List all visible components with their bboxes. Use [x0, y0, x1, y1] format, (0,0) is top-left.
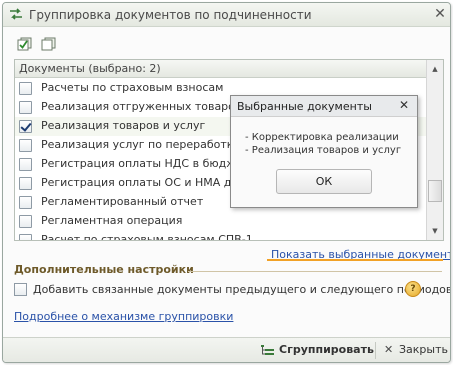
title-bar: Группировка документов по подчиненности … [3, 3, 450, 27]
link-highlight-underline [267, 259, 443, 261]
scroll-thumb[interactable] [428, 180, 442, 202]
row-checkbox[interactable] [19, 177, 32, 190]
row-checkbox[interactable] [19, 215, 32, 228]
row-label: Реализация отгруженных товаров [41, 100, 242, 113]
close-button[interactable]: Закрыть [399, 343, 448, 356]
list-row[interactable]: Регламентная операция [15, 212, 426, 231]
row-label: Реализация услуг по переработке [41, 138, 241, 151]
button-separator [375, 342, 376, 359]
popup-document-item: - Реализация товаров и услуг [245, 145, 402, 156]
list-row[interactable]: Расчет по страховым взносам СПВ-1 [15, 231, 426, 241]
row-label: Расчет по страховым взносам СПВ-1 [41, 233, 253, 241]
window-close-button[interactable]: ✕ [433, 6, 447, 22]
row-label: Расчеты по страховым взносам [41, 81, 224, 94]
group-button[interactable]: Сгруппировать [279, 343, 374, 356]
section-divider [188, 271, 442, 272]
help-icon[interactable]: ? [405, 281, 421, 297]
row-checkbox[interactable] [19, 196, 32, 209]
row-checkbox[interactable] [19, 234, 32, 240]
group-icon [261, 345, 274, 355]
popup-title: Выбранные документы [237, 100, 372, 113]
row-checkbox[interactable] [19, 158, 32, 171]
grouping-info-link[interactable]: Подробнее о механизме группировки [14, 310, 233, 323]
additional-settings-title: Дополнительные настройки [14, 263, 194, 276]
row-checkbox[interactable] [19, 139, 32, 152]
row-label: Регламентированный отчет [41, 195, 204, 208]
row-checkbox[interactable] [19, 120, 32, 133]
close-icon: ✕ [384, 343, 394, 356]
add-related-checkbox[interactable] [14, 283, 27, 296]
list-scrollbar[interactable]: ▲ ▼ [426, 60, 443, 240]
row-label: Регламентная операция [41, 214, 183, 227]
popup-header: Выбранные документы ✕ [231, 96, 417, 117]
row-label: Реализация товаров и услуг [41, 119, 206, 132]
scroll-down-icon[interactable]: ▼ [428, 223, 442, 239]
selected-documents-popup: Выбранные документы ✕ - Корректировка ре… [230, 95, 418, 208]
bottom-bar: Сгруппировать ✕ Закрыть [3, 337, 450, 362]
popup-document-item: - Корректировка реализации [245, 132, 399, 143]
window-title: Группировка документов по подчиненности [29, 8, 312, 22]
row-checkbox[interactable] [19, 82, 32, 95]
row-checkbox[interactable] [19, 101, 32, 114]
list-header: Документы (выбрано: 2) [15, 60, 426, 78]
add-related-label: Добавить связанные документы предыдущего… [33, 283, 451, 296]
scroll-up-icon[interactable]: ▲ [428, 61, 442, 77]
popup-close-button[interactable]: ✕ [399, 98, 409, 112]
check-all-icon[interactable] [17, 37, 32, 51]
row-label: Регистрация оплаты НДС в бюджет [41, 157, 250, 170]
ok-button[interactable]: ОК [276, 169, 372, 194]
uncheck-all-icon[interactable] [41, 37, 56, 51]
arrows-icon [10, 8, 22, 20]
